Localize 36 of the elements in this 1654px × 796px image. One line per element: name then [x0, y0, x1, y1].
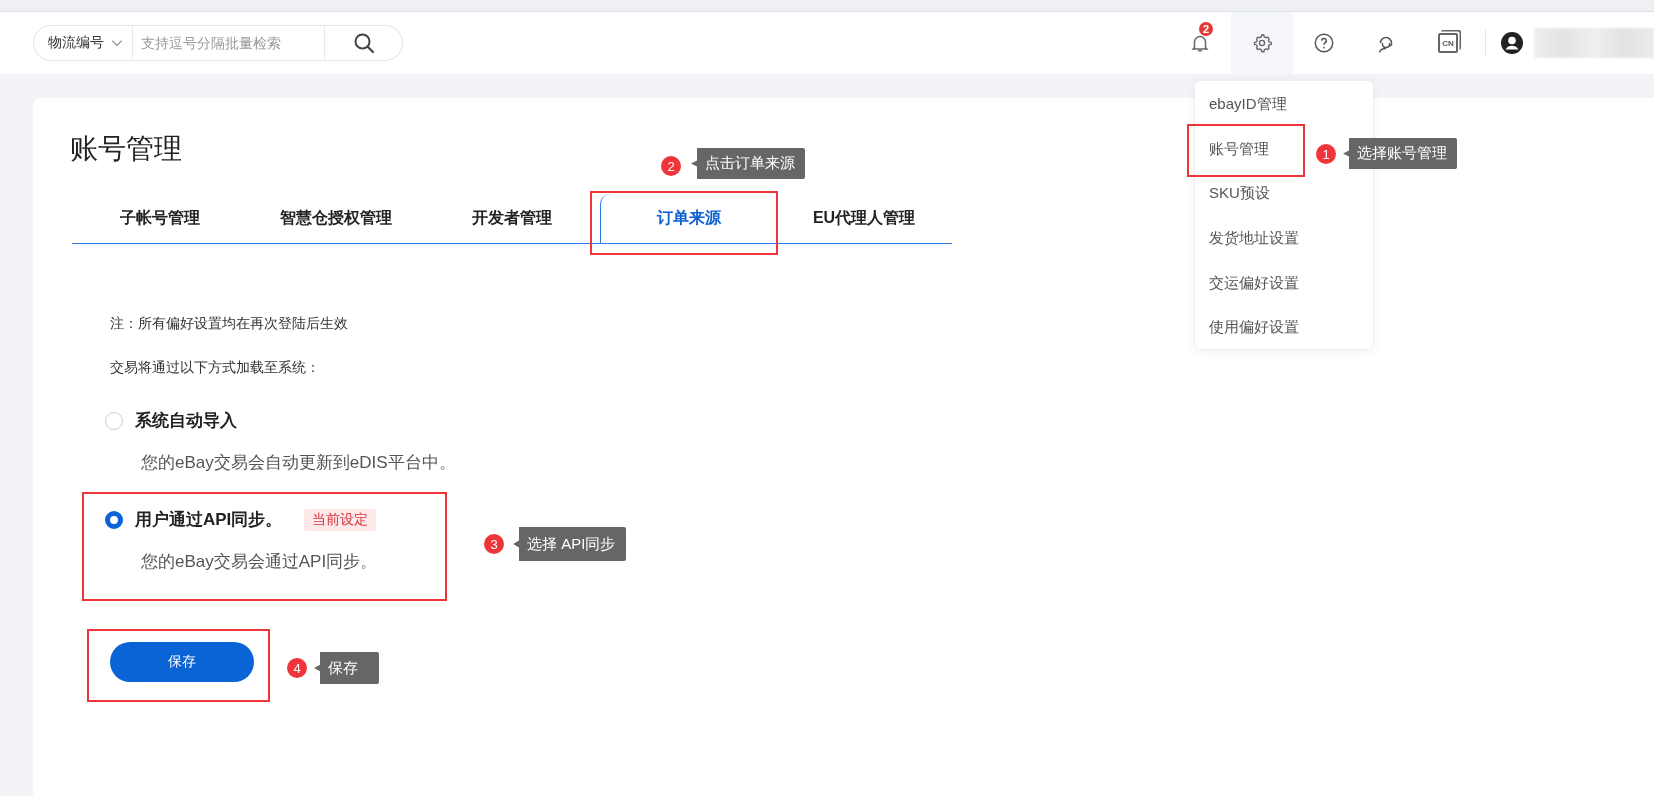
settings-button[interactable]	[1231, 12, 1293, 74]
language-button[interactable]: CN	[1417, 12, 1479, 74]
step-callout: 点击订单来源	[691, 148, 805, 179]
search-type-dropdown[interactable]: 物流编号	[33, 25, 133, 61]
option-label: 用户通过API同步。	[135, 509, 283, 531]
current-setting-tag: 当前设定	[304, 508, 377, 531]
page-title: 账号管理	[70, 132, 182, 166]
step-callout: 选择 API同步	[513, 527, 626, 561]
menu-item[interactable]: 使用偏好设置	[1209, 315, 1299, 340]
tab[interactable]: 子帐号管理	[72, 194, 248, 244]
user-avatar-icon[interactable]	[1500, 31, 1524, 55]
tab[interactable]: 订单来源	[600, 194, 776, 244]
menu-item[interactable]: SKU预设	[1209, 181, 1270, 206]
menu-item[interactable]: 发货地址设置	[1209, 226, 1299, 251]
tab[interactable]: 智慧仓授权管理	[248, 194, 424, 244]
intro-text: 交易将通过以下方式加载至系统：	[110, 359, 320, 377]
option-description: 您的eBay交易会自动更新到eDIS平台中。	[141, 452, 456, 474]
help-icon	[1313, 32, 1335, 54]
tab[interactable]: EU代理人管理	[776, 194, 952, 244]
radio-button[interactable]	[105, 510, 123, 529]
menu-item[interactable]: 账号管理	[1209, 136, 1269, 161]
note-text: 注：所有偏好设置均在再次登陆后生效	[110, 315, 348, 333]
save-button[interactable]: 保存	[110, 642, 254, 682]
notifications-button[interactable]: 2	[1169, 12, 1231, 74]
search-button[interactable]	[325, 25, 403, 61]
menu-item[interactable]: 交运偏好设置	[1209, 270, 1299, 295]
step-callout: 选择账号管理	[1343, 138, 1457, 169]
step-callout: 保存	[314, 652, 379, 684]
tab[interactable]: 开发者管理	[424, 194, 600, 244]
settings-icon	[1251, 32, 1273, 54]
search-icon	[351, 31, 376, 55]
option-description: 您的eBay交易会通过API同步。	[141, 551, 378, 573]
search-field[interactable]: 支持逗号分隔批量检索	[133, 25, 325, 61]
menu-item[interactable]: ebayID管理	[1209, 92, 1287, 116]
option-label: 系统自动导入	[135, 410, 237, 432]
notification-count: 2	[1199, 22, 1213, 36]
